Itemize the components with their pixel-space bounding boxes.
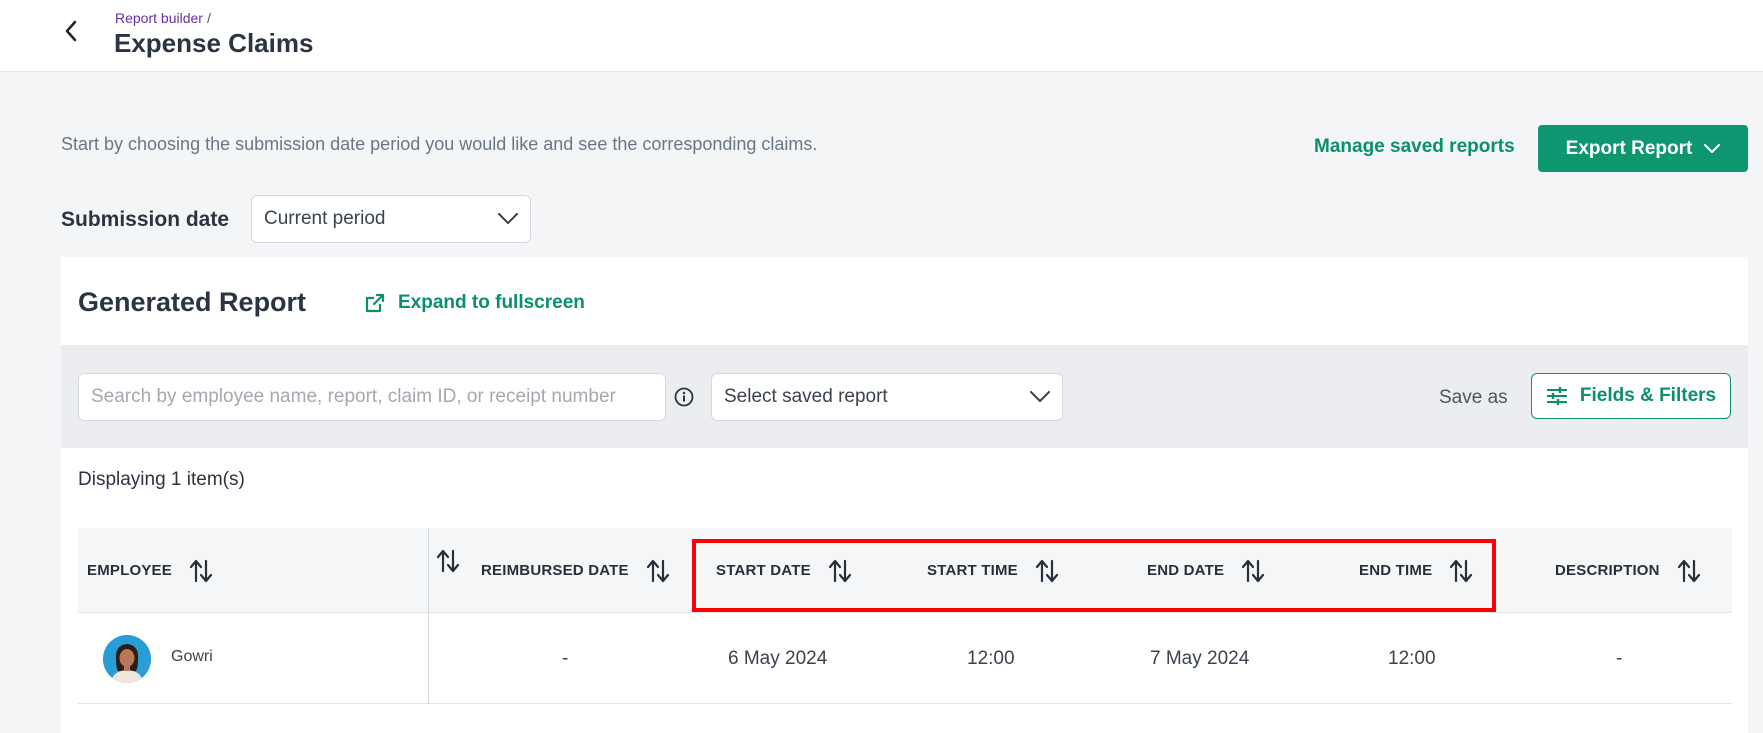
- fields-filters-label: Fields & Filters: [1579, 385, 1717, 406]
- column-label: START DATE: [716, 562, 811, 579]
- column-label: EMPLOYEE: [87, 562, 172, 579]
- column-header-description: DESCRIPTION: [1555, 528, 1702, 613]
- item-count: Displaying 1 item(s): [78, 469, 245, 490]
- person-avatar-icon: [103, 635, 151, 683]
- external-link-icon: [365, 293, 385, 313]
- chevron-down-icon: [1030, 391, 1050, 402]
- chevron-left-icon: [65, 20, 77, 42]
- page-title: Expense Claims: [114, 28, 314, 58]
- expand-fullscreen-link[interactable]: Expand to fullscreen: [364, 292, 585, 314]
- sort-icon[interactable]: [645, 558, 671, 584]
- column-header-reimbursed-date: REIMBURSED DATE: [481, 528, 671, 613]
- sliders-icon: [1546, 387, 1567, 405]
- submission-period-value: Current period: [264, 208, 386, 229]
- column-header-end-time: END TIME: [1359, 528, 1474, 613]
- manage-saved-reports-link[interactable]: Manage saved reports: [1314, 136, 1515, 158]
- chevron-down-icon: [1704, 143, 1721, 153]
- saved-report-select[interactable]: Select saved report: [711, 373, 1063, 421]
- top-bar: Report builder / Expense Claims: [0, 0, 1763, 72]
- cell-end-time: 12:00: [1388, 647, 1436, 669]
- sort-icon[interactable]: [188, 558, 214, 584]
- breadcrumb-link-report-builder[interactable]: Report builder: [115, 10, 203, 26]
- cell-reimbursed-date: -: [562, 647, 569, 669]
- employee-name: Gowri: [171, 648, 213, 665]
- sort-icon[interactable]: [1034, 558, 1060, 584]
- column-label: REIMBURSED DATE: [481, 562, 629, 579]
- sort-icon[interactable]: [1240, 558, 1266, 584]
- intro-text: Start by choosing the submission date pe…: [61, 134, 818, 154]
- table-row[interactable]: Gowri - 6 May 2024 12:00 7 May 2024 12:0…: [78, 613, 1732, 704]
- column-divider: [428, 528, 429, 704]
- generated-report-title: Generated Report: [78, 287, 307, 317]
- info-icon[interactable]: [674, 387, 694, 407]
- fields-filters-button[interactable]: Fields & Filters: [1531, 373, 1731, 419]
- column-label: DESCRIPTION: [1555, 562, 1660, 579]
- sort-icon[interactable]: [827, 558, 853, 584]
- column-label: END DATE: [1147, 562, 1225, 579]
- export-report-label: Export Report: [1565, 137, 1693, 159]
- sort-icon[interactable]: [1676, 558, 1702, 584]
- table-header: EMPLOYEE REIMBURSED DATE START DATE STAR…: [78, 528, 1732, 613]
- report-table: EMPLOYEE REIMBURSED DATE START DATE STAR…: [78, 528, 1732, 728]
- column-header-start-date: START DATE: [716, 528, 853, 613]
- column-header-employee: EMPLOYEE: [87, 528, 214, 613]
- cell-start-time: 12:00: [967, 647, 1015, 669]
- cell-start-date: 6 May 2024: [728, 647, 828, 669]
- report-toolbar: Select saved report Save as Fields & Fil…: [61, 345, 1748, 448]
- column-label: START TIME: [927, 562, 1018, 579]
- sort-icon[interactable]: [435, 548, 461, 574]
- search-input[interactable]: [78, 373, 666, 421]
- breadcrumb: Report builder /: [115, 10, 211, 26]
- column-header-end-date: END DATE: [1147, 528, 1266, 613]
- submission-period-select[interactable]: Current period: [251, 195, 531, 243]
- save-as-button[interactable]: Save as: [1439, 387, 1508, 409]
- expand-fullscreen-label: Expand to fullscreen: [398, 292, 585, 313]
- cell-end-date: 7 May 2024: [1150, 647, 1250, 669]
- column-header-start-time: START TIME: [927, 528, 1060, 613]
- export-report-button[interactable]: Export Report: [1538, 125, 1748, 172]
- breadcrumb-separator: /: [206, 10, 211, 26]
- cell-description: -: [1616, 647, 1623, 669]
- saved-report-placeholder: Select saved report: [724, 386, 888, 407]
- generated-report-card: Generated Report Expand to fullscreen Se…: [61, 257, 1748, 733]
- back-button[interactable]: [56, 16, 86, 46]
- submission-date-label: Submission date: [61, 208, 230, 231]
- column-label: END TIME: [1359, 562, 1433, 579]
- chevron-down-icon: [498, 213, 518, 224]
- avatar: [103, 635, 151, 683]
- sort-icon[interactable]: [1448, 558, 1474, 584]
